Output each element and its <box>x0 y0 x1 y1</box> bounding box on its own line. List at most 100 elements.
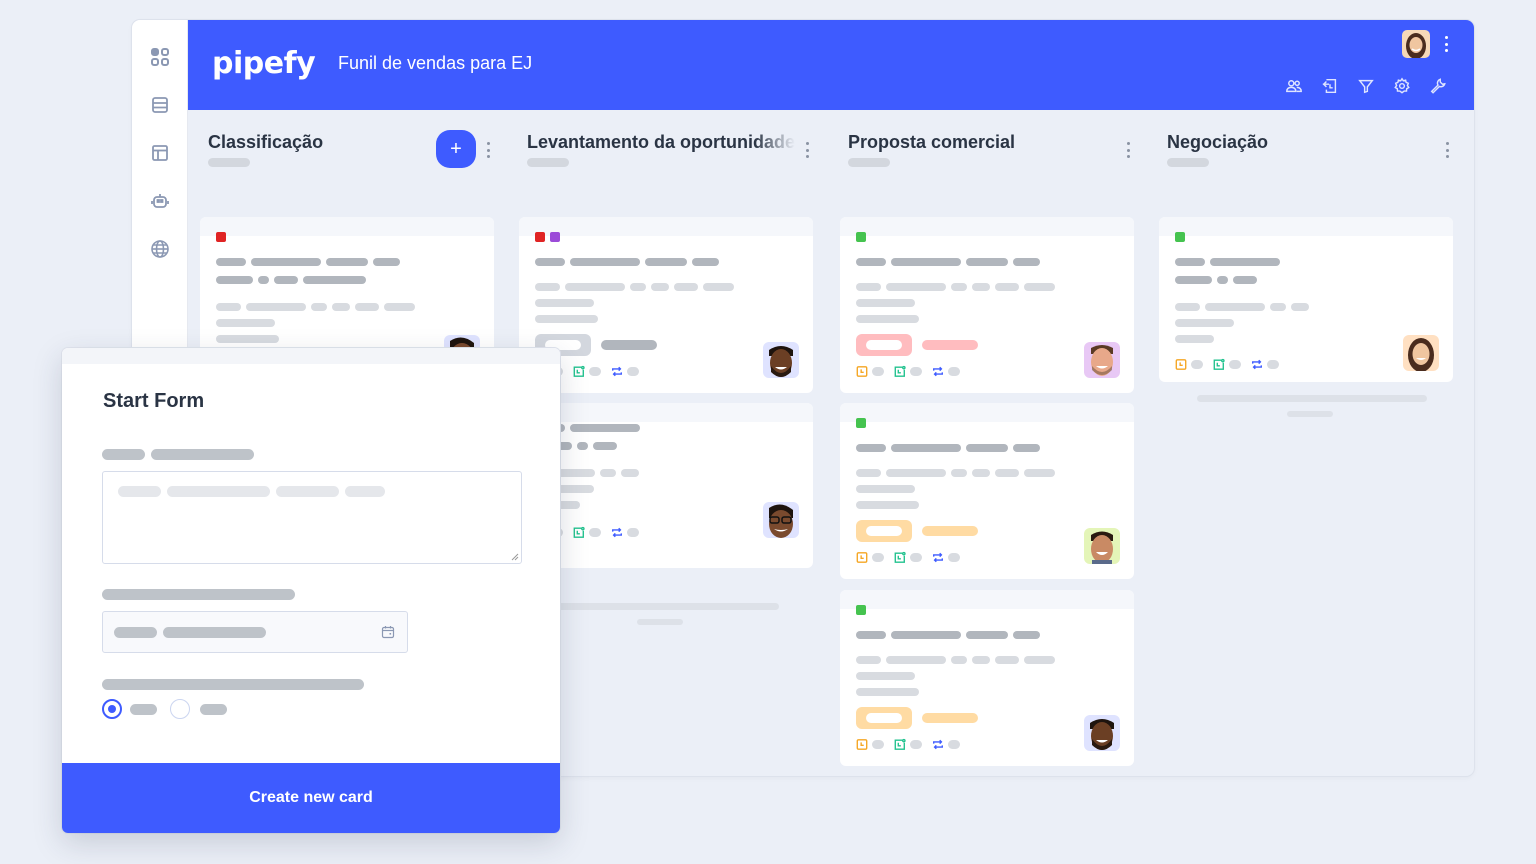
pipe-card[interactable] <box>840 217 1134 393</box>
phase-card-count <box>1167 158 1209 167</box>
filter-icon[interactable] <box>1356 76 1376 96</box>
phase-more-icon[interactable] <box>1126 142 1130 158</box>
interface-layout-icon[interactable] <box>149 142 171 164</box>
card-field-placeholder <box>535 283 734 291</box>
resize-handle-icon[interactable] <box>511 553 519 561</box>
card-field-placeholder <box>856 672 915 680</box>
phase-title: Levantamento da oportunidade <box>527 132 795 152</box>
field-label-placeholder <box>102 589 295 600</box>
label-purple <box>550 232 560 242</box>
card-field-placeholder <box>856 656 1055 664</box>
pipe-header: pipefy Funil de vendas para EJ <box>188 20 1474 110</box>
label-red <box>535 232 545 242</box>
database-icon[interactable] <box>149 94 171 116</box>
radio-label-placeholder <box>130 704 157 715</box>
connections-icon <box>932 365 944 377</box>
apps-grid-icon[interactable] <box>149 46 171 68</box>
import-icon[interactable] <box>1320 76 1340 96</box>
automation-robot-icon[interactable] <box>149 190 171 212</box>
card-labels <box>535 232 560 242</box>
label-green <box>856 418 866 428</box>
connections-icon <box>611 526 623 538</box>
settings-gear-icon[interactable] <box>1392 76 1412 96</box>
card-labels <box>856 232 866 242</box>
card-field-placeholder <box>856 469 1055 477</box>
card-title-placeholder-line2 <box>216 276 366 284</box>
card-tag <box>856 707 978 729</box>
card-labels <box>1175 232 1185 242</box>
load-more-placeholder <box>539 603 779 610</box>
card-title-placeholder <box>1175 258 1280 266</box>
card-labels <box>216 232 226 242</box>
globe-icon[interactable] <box>149 238 171 260</box>
card-field-placeholder <box>856 315 919 323</box>
pipe-card[interactable] <box>840 590 1134 766</box>
card-field-placeholder <box>535 315 598 323</box>
pipe-card[interactable] <box>519 403 813 568</box>
card-assignee-avatar <box>1084 528 1120 564</box>
label-green <box>856 232 866 242</box>
connections-icon <box>932 738 944 750</box>
card-assignee-avatar <box>1084 342 1120 378</box>
phase-time-icon <box>894 551 906 563</box>
phase-card-count <box>848 158 890 167</box>
pipe-card[interactable] <box>519 217 813 393</box>
add-card-button[interactable]: + <box>436 130 476 168</box>
card-field-placeholder <box>856 501 919 509</box>
radio-option-2[interactable] <box>170 699 190 719</box>
wrench-icon[interactable] <box>1428 76 1448 96</box>
phase-more-icon[interactable] <box>1445 142 1449 158</box>
field-label-placeholder <box>102 679 364 690</box>
due-date-icon <box>856 551 868 563</box>
due-date-icon <box>1175 358 1187 370</box>
card-footer <box>856 365 970 377</box>
card-assignee-avatar <box>1084 715 1120 751</box>
card-field-placeholder <box>535 299 594 307</box>
phase-card-count <box>208 158 250 167</box>
members-icon[interactable] <box>1284 76 1304 96</box>
due-date-icon <box>856 738 868 750</box>
pipe-title: Funil de vendas para EJ <box>338 53 533 73</box>
phase-time-icon <box>1213 358 1225 370</box>
card-footer <box>856 738 970 750</box>
phase-more-icon[interactable] <box>805 142 809 158</box>
more-options-icon[interactable] <box>1444 36 1448 52</box>
phase-title: Classificação <box>208 132 324 152</box>
phase-card-count <box>527 158 569 167</box>
date-placeholder <box>114 627 266 638</box>
connections-icon <box>1251 358 1263 370</box>
phase-title: Negociação <box>1167 132 1269 152</box>
card-tag <box>856 334 978 356</box>
connections-icon <box>932 551 944 563</box>
card-field-placeholder <box>216 319 275 327</box>
pipefy-logo[interactable]: pipefy <box>212 46 316 81</box>
phase-more-icon[interactable] <box>486 142 490 158</box>
user-avatar[interactable] <box>1402 30 1430 58</box>
radio-option-1[interactable] <box>102 699 122 719</box>
card-footer <box>1175 358 1289 370</box>
field-label-placeholder <box>102 449 254 460</box>
calendar-icon[interactable] <box>381 625 395 639</box>
textarea-placeholder <box>118 486 385 497</box>
label-green <box>1175 232 1185 242</box>
pipe-card[interactable] <box>1159 217 1453 382</box>
form-title: Start Form <box>103 390 205 412</box>
load-more-placeholder <box>637 619 683 625</box>
card-field-placeholder <box>856 299 915 307</box>
create-new-card-button[interactable]: Create new card <box>62 763 560 833</box>
date-field[interactable] <box>102 611 408 653</box>
card-footer <box>856 551 970 563</box>
card-field-placeholder <box>1175 303 1309 311</box>
card-field-placeholder <box>856 283 1055 291</box>
card-assignee-avatar <box>763 342 799 378</box>
long-text-field[interactable] <box>102 471 522 564</box>
card-title-placeholder-line2 <box>1175 276 1257 284</box>
pipe-card[interactable] <box>840 403 1134 579</box>
load-more-placeholder <box>1287 411 1333 417</box>
card-assignee-avatar <box>1403 335 1439 371</box>
card-title-placeholder <box>856 631 1040 639</box>
card-field-placeholder <box>216 335 279 343</box>
label-green <box>856 605 866 615</box>
phase-time-icon <box>573 365 585 377</box>
phase-time-icon <box>894 365 906 377</box>
